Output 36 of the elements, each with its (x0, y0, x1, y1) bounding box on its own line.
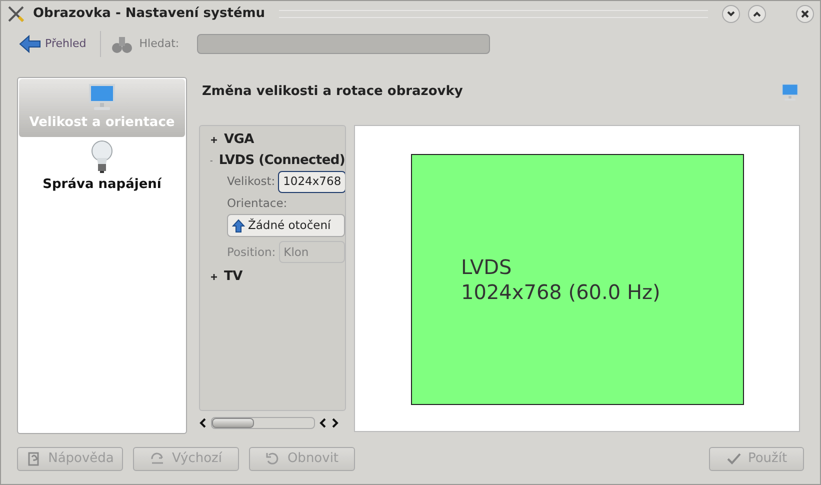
expand-icon[interactable] (210, 272, 218, 281)
expand-icon[interactable] (210, 136, 218, 144)
close-icon (800, 9, 810, 19)
binoculars-icon (111, 34, 134, 54)
screen-mode: 1024x768 (60.0 Hz) (461, 280, 662, 304)
screen-name: LVDS (461, 254, 513, 280)
chevron-down-icon (726, 9, 736, 19)
light-bulb-icon (91, 140, 113, 174)
scroll-right-icon[interactable] (331, 418, 339, 428)
chevron-up-icon (752, 9, 762, 19)
size-dropdown[interactable]: 1024x768 (278, 171, 345, 193)
scroll-left-icon[interactable] (319, 418, 327, 428)
scroll-left-icon[interactable] (199, 418, 207, 428)
monitor-icon (780, 82, 800, 102)
screen-rectangle[interactable]: LVDS 1024x768 (60.0 Hz) (411, 154, 744, 405)
tools-icon (7, 5, 25, 23)
window-title: Obrazovka - Nastavení systému (33, 5, 266, 24)
output-name[interactable]: TV (224, 267, 242, 286)
monitor-icon (87, 82, 117, 112)
size-label: Velikost: (227, 173, 276, 190)
arrow-left-icon (19, 35, 41, 53)
maximize-button[interactable] (748, 5, 766, 23)
orientation-button[interactable]: Žádné otočení (227, 214, 345, 238)
position-label: Position: (227, 244, 276, 261)
sidebar-item[interactable]: Správa napájení (19, 136, 185, 198)
search-label: Hledat: (139, 36, 180, 52)
output-name[interactable]: VGA (224, 130, 254, 150)
orientation-label: Orientace: (227, 195, 288, 212)
close-button[interactable] (796, 5, 814, 23)
page-title: Změna velikosti a rotace obrazovky (201, 83, 463, 102)
checkmark-icon (726, 451, 742, 467)
arrow-up-icon (232, 218, 245, 233)
back-button[interactable]: Přehled (15, 30, 90, 58)
horizontal-scrollbar[interactable] (211, 417, 315, 429)
output-name[interactable]: LVDS (Connected) (218, 150, 345, 170)
minimize-button[interactable] (722, 5, 740, 23)
